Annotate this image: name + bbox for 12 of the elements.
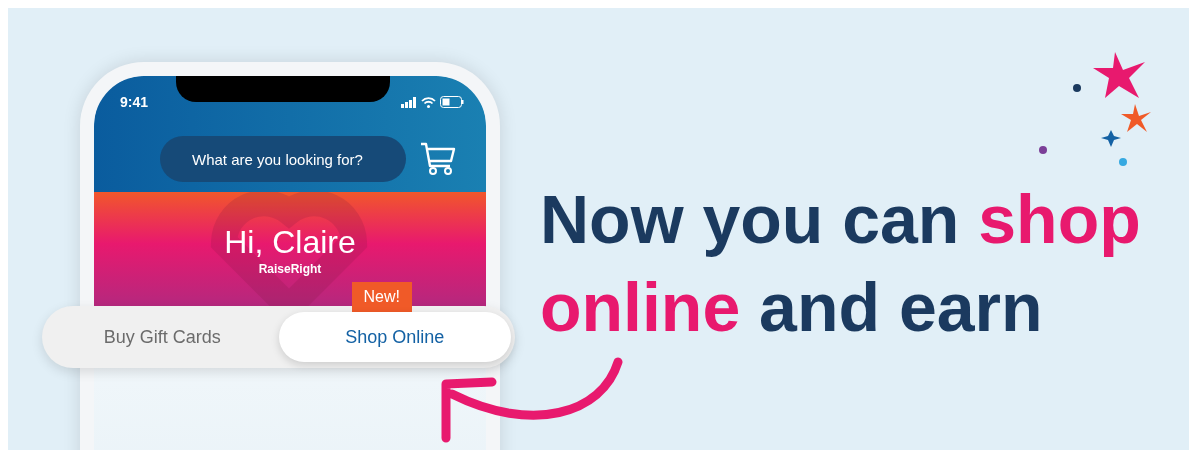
brand-name: RaiseRight: [258, 261, 322, 276]
wifi-icon: [421, 96, 436, 108]
greeting-title: Hi, Claire: [224, 223, 356, 260]
cart-icon[interactable]: [420, 142, 456, 176]
new-badge: New!: [351, 282, 412, 312]
headline: Now you can shop online and earn: [540, 180, 1141, 347]
search-field[interactable]: What are you looking for?: [160, 136, 406, 182]
tab[interactable]: Buy Gift Cards: [46, 312, 279, 362]
battery-icon: [440, 96, 464, 108]
tab[interactable]: Shop Online: [278, 312, 511, 362]
signal-icon: [401, 96, 417, 108]
status-time: 9:41: [120, 94, 149, 110]
